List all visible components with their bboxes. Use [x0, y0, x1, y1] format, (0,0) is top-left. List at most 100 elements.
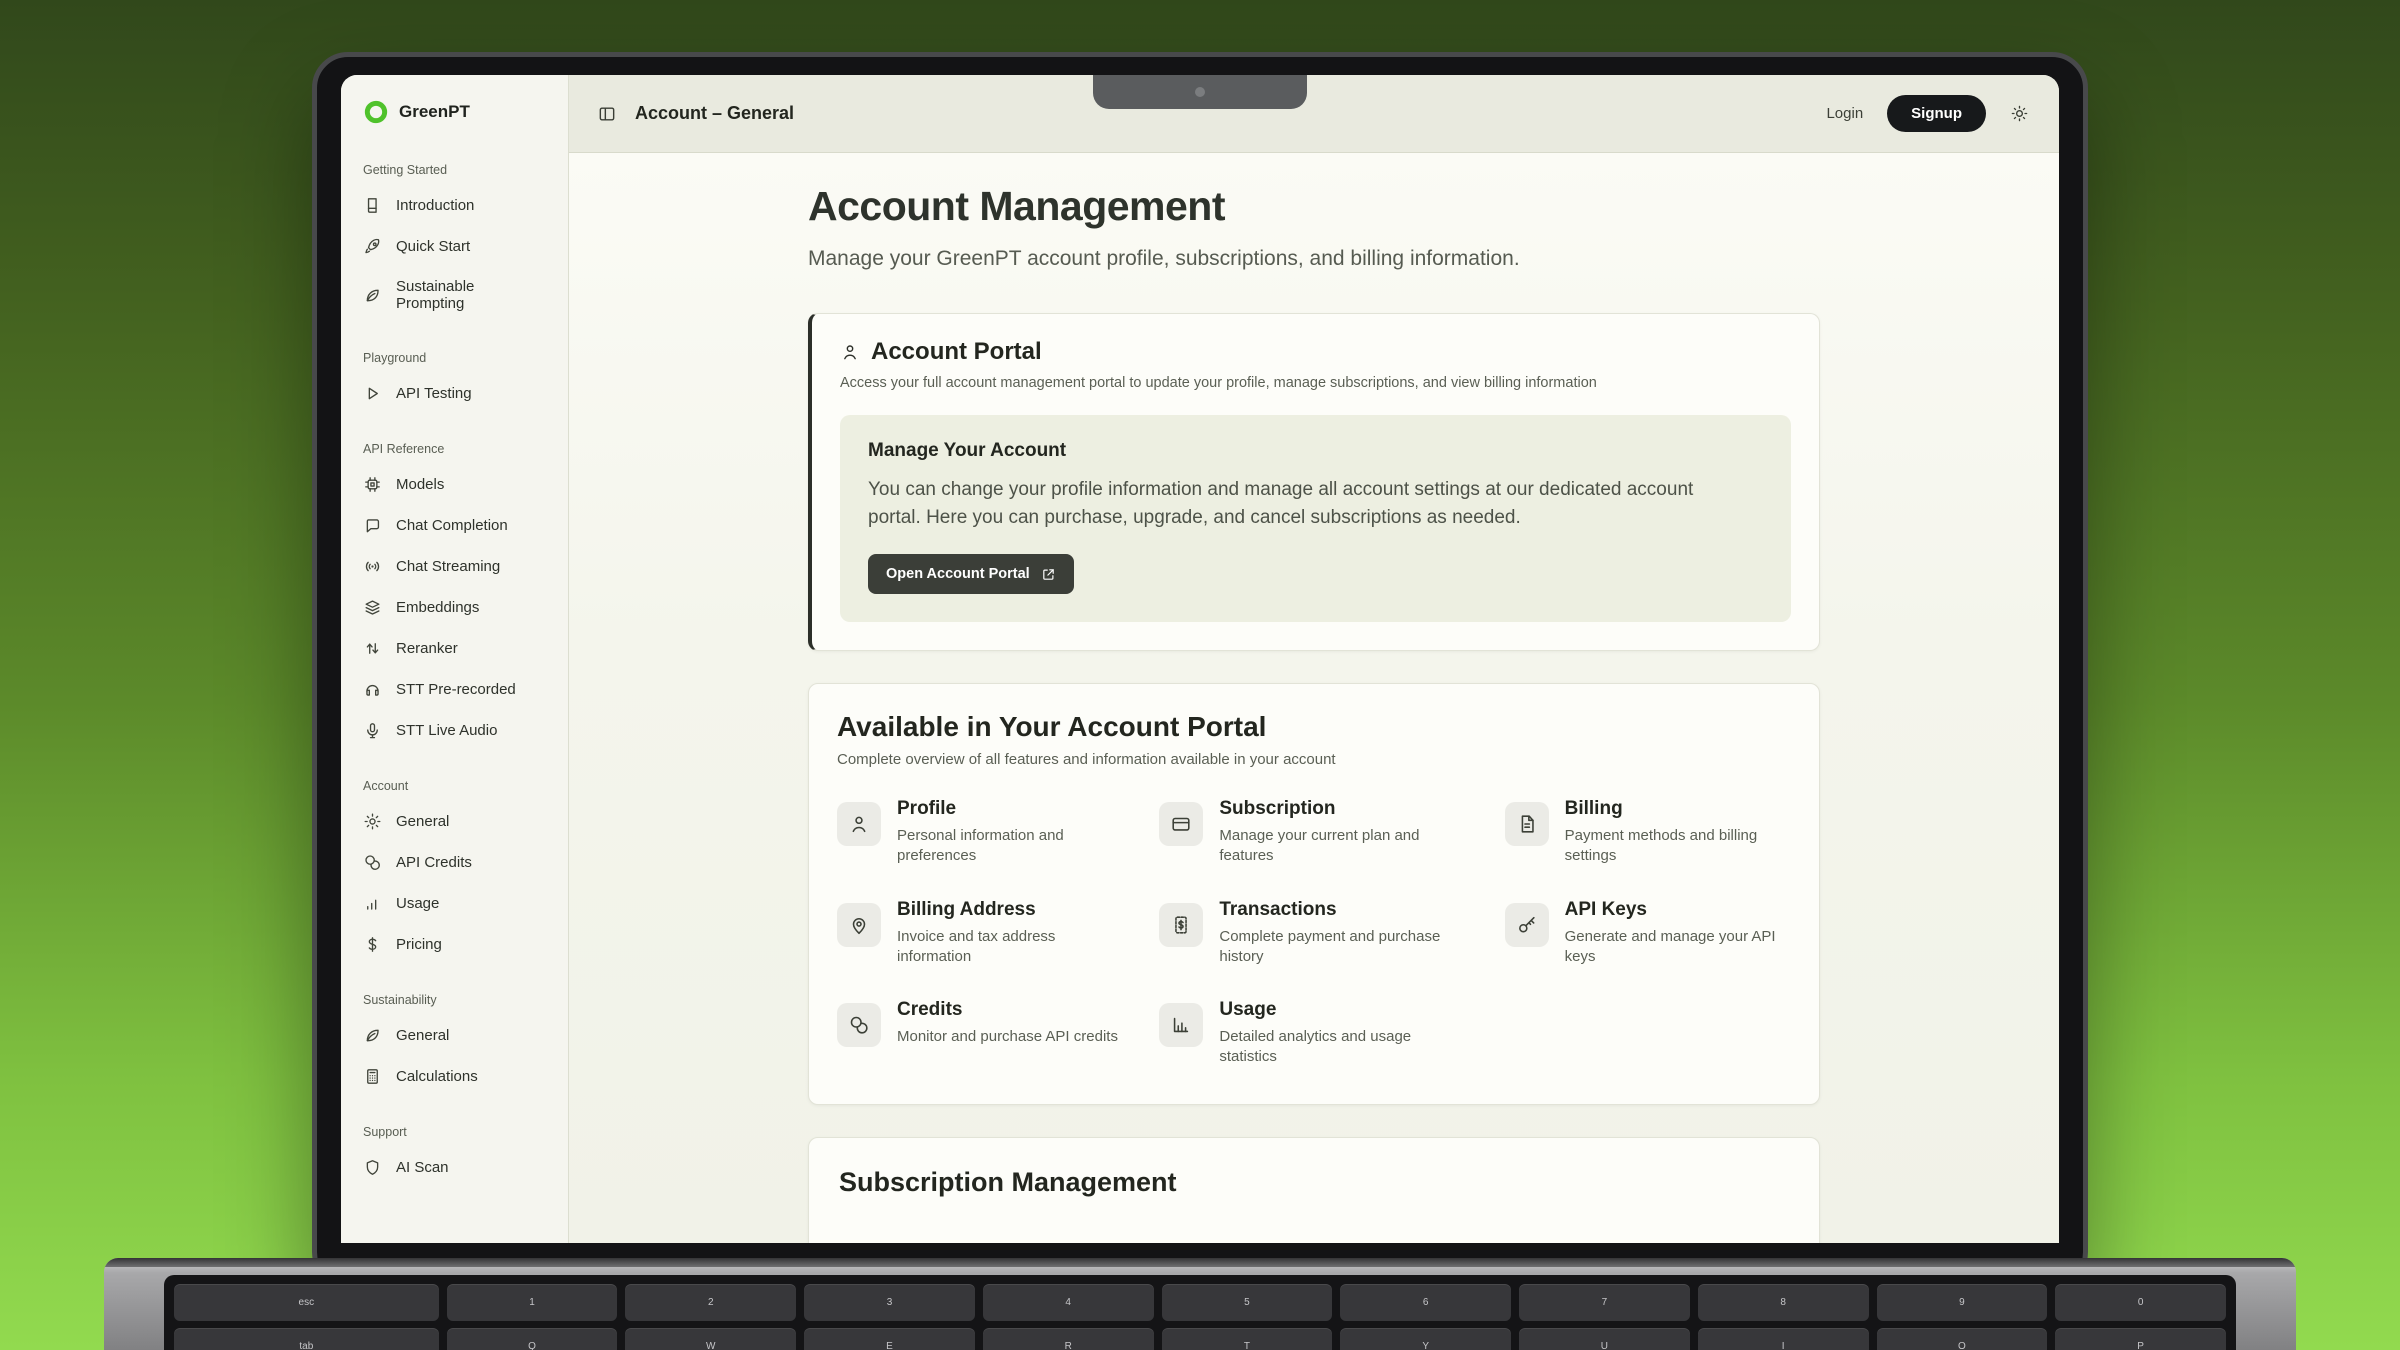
laptop-key: U	[1519, 1328, 1690, 1350]
feature-description: Generate and manage your API keys	[1565, 927, 1791, 968]
sidebar-item-label: Embeddings	[396, 599, 479, 616]
feature-title: Billing	[1565, 798, 1791, 820]
sidebar-item-label: Calculations	[396, 1068, 478, 1085]
laptop-key: 5	[1162, 1284, 1333, 1321]
sidebar-item-api-reference-chat-streaming[interactable]: Chat Streaming	[363, 546, 546, 587]
laptop-key: P	[2055, 1328, 2226, 1350]
open-account-portal-button[interactable]: Open Account Portal	[868, 554, 1074, 594]
sidebar-item-getting-started-quick-start[interactable]: Quick Start	[363, 226, 546, 267]
sidebar-item-api-reference-reranker[interactable]: Reranker	[363, 628, 546, 669]
sidebar-item-account-api-credits[interactable]: API Credits	[363, 842, 546, 883]
sidebar-section-title: Account	[363, 779, 546, 793]
sidebar-item-label: Chat Completion	[396, 517, 508, 534]
features-subtitle: Complete overview of all features and in…	[837, 751, 1791, 768]
sidebar-item-api-reference-embeddings[interactable]: Embeddings	[363, 587, 546, 628]
brand-name: GreenPT	[399, 102, 470, 122]
feature-title: Billing Address	[897, 899, 1123, 921]
laptop-keyboard-deck: esc1234567890 tabQWERTYUIOP	[104, 1258, 2296, 1350]
feature-description: Manage your current plan and features	[1219, 826, 1451, 867]
sidebar-item-account-usage[interactable]: Usage	[363, 883, 546, 924]
features-card: Available in Your Account Portal Complet…	[808, 683, 1820, 1105]
sidebar-item-api-reference-stt-live-audio[interactable]: STT Live Audio	[363, 710, 546, 751]
login-link[interactable]: Login	[1826, 105, 1863, 122]
sidebar-section-support: SupportAI Scan	[363, 1125, 546, 1188]
feature-title: Subscription	[1219, 798, 1451, 820]
key-icon	[1516, 914, 1538, 936]
leaf-icon	[363, 286, 382, 305]
sidebar-section-account: Account General API Credits Usage Pricing	[363, 779, 546, 965]
sidebar-toggle-icon[interactable]	[597, 104, 617, 124]
subscription-management-title: Subscription Management	[839, 1167, 1789, 1198]
feature-subscription: Subscription Manage your current plan and…	[1159, 798, 1468, 867]
sidebar-item-api-reference-stt-pre-recorded[interactable]: STT Pre-recorded	[363, 669, 546, 710]
sidebar-item-label: API Credits	[396, 854, 472, 871]
credit-card-icon	[1170, 813, 1192, 835]
keyboard-row: esc1234567890	[174, 1284, 2226, 1321]
signup-button[interactable]: Signup	[1887, 95, 1986, 132]
sidebar-item-playground-api-testing[interactable]: API Testing	[363, 373, 546, 414]
feature-icon-tile	[1505, 903, 1549, 947]
sidebar-item-support-ai-scan[interactable]: AI Scan	[363, 1147, 546, 1188]
arrows-up-down-icon	[363, 639, 382, 658]
layers-icon	[363, 598, 382, 617]
headphones-icon	[363, 680, 382, 699]
laptop-key: O	[1877, 1328, 2048, 1350]
laptop-key: I	[1698, 1328, 1869, 1350]
sidebar-section-title: API Reference	[363, 442, 546, 456]
feature-transactions: TransactionsComplete payment and purchas…	[1159, 899, 1468, 968]
laptop-key: E	[804, 1328, 975, 1350]
sidebar-section-title: Playground	[363, 351, 546, 365]
microphone-icon	[363, 721, 382, 740]
sidebar-section-getting-started: Getting Started Introduction Quick Start Su…	[363, 163, 546, 323]
play-icon	[363, 384, 382, 403]
sidebar-item-label: Quick Start	[396, 238, 470, 255]
sidebar-item-label: API Testing	[396, 385, 472, 402]
coins-icon	[848, 1014, 870, 1036]
topbar-right: Login Signup	[1826, 95, 2029, 132]
book-icon	[363, 196, 382, 215]
sidebar-item-account-pricing[interactable]: Pricing	[363, 924, 546, 965]
bar-chart-frame-icon	[1170, 1014, 1192, 1036]
account-portal-title: Account Portal	[871, 338, 1042, 366]
laptop-key: 8	[1698, 1284, 1869, 1321]
broadcast-icon	[363, 557, 382, 576]
sidebar-item-account-general[interactable]: General	[363, 801, 546, 842]
shield-icon	[363, 1158, 382, 1177]
open-account-portal-label: Open Account Portal	[886, 566, 1030, 582]
sidebar-item-label: Pricing	[396, 936, 442, 953]
brand-logo[interactable]: GreenPT	[341, 99, 568, 131]
sidebar-section-title: Getting Started	[363, 163, 546, 177]
sidebar-item-api-reference-models[interactable]: Models	[363, 464, 546, 505]
dollar-icon	[363, 935, 382, 954]
laptop-key: Y	[1340, 1328, 1511, 1350]
feature-profile: ProfilePersonal information and preferen…	[837, 798, 1123, 867]
laptop-key: 2	[625, 1284, 796, 1321]
feature-description: Personal information and preferences	[897, 826, 1123, 867]
keyboard-row: tabQWERTYUIOP	[174, 1328, 2226, 1350]
feature-icon-tile	[1159, 802, 1203, 846]
laptop-key: 3	[804, 1284, 975, 1321]
sidebar-item-label: STT Pre-recorded	[396, 681, 516, 698]
sidebar-item-label: Chat Streaming	[396, 558, 500, 575]
laptop-key: W	[625, 1328, 796, 1350]
sidebar-item-label: Models	[396, 476, 444, 493]
laptop-key: Q	[447, 1328, 618, 1350]
laptop-key: 1	[447, 1284, 618, 1321]
sidebar-item-getting-started-introduction[interactable]: Introduction	[363, 185, 546, 226]
feature-description: Payment methods and billing settings	[1565, 826, 1791, 867]
manage-account-body: You can change your profile information …	[868, 476, 1738, 531]
sidebar: GreenPT Getting Started Introduction Quick…	[341, 75, 569, 1243]
feature-title: Usage	[1219, 999, 1451, 1021]
feature-icon-tile	[1159, 903, 1203, 947]
sidebar-item-api-reference-chat-completion[interactable]: Chat Completion	[363, 505, 546, 546]
theme-toggle-sun-icon[interactable]	[2010, 104, 2029, 123]
sidebar-item-sustainability-calculations[interactable]: Calculations	[363, 1056, 546, 1097]
content-column: Account – General Login Signup Account M…	[569, 75, 2059, 1243]
sidebar-item-label: Sustainable Prompting	[396, 278, 546, 312]
leaf-icon	[363, 1026, 382, 1045]
laptop-screen: GreenPT Getting Started Introduction Quick…	[341, 75, 2059, 1243]
sidebar-item-getting-started-sustainable-prompting[interactable]: Sustainable Prompting	[363, 267, 546, 323]
coins-icon	[363, 853, 382, 872]
bar-chart-icon	[363, 894, 382, 913]
sidebar-item-sustainability-general[interactable]: General	[363, 1015, 546, 1056]
